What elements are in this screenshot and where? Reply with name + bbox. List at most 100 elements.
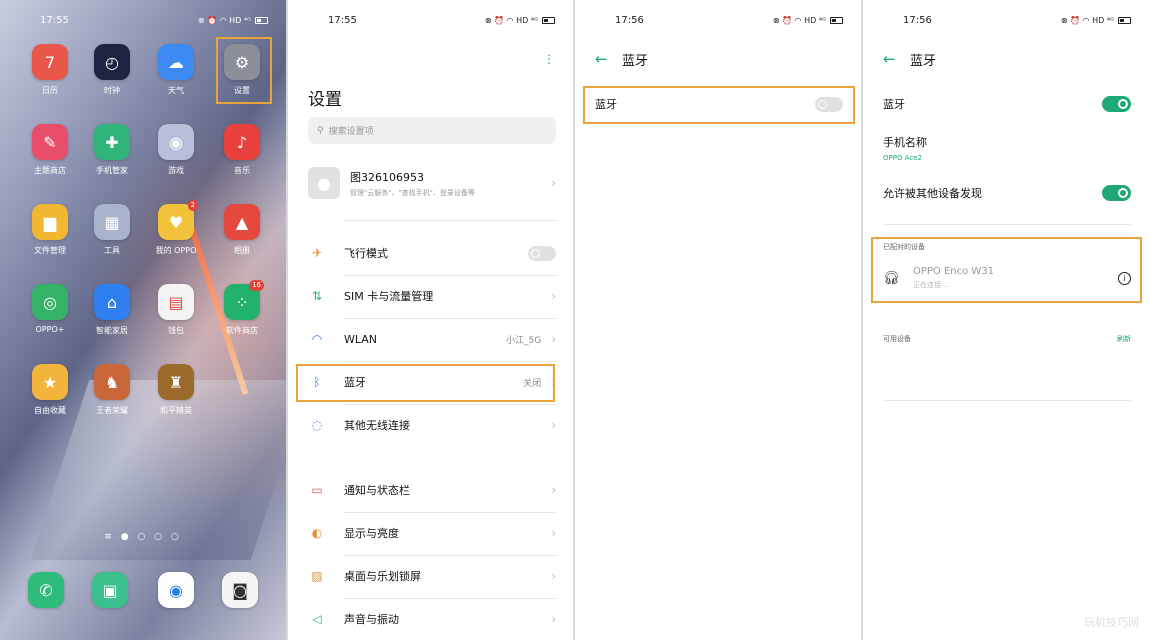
page-title: 设置 bbox=[308, 90, 342, 110]
app-icon-4[interactable]: ✎ 主题商店 bbox=[22, 124, 78, 176]
divider bbox=[344, 275, 556, 276]
app-glyph-icon: ♜ bbox=[158, 364, 194, 400]
bluetooth-switch[interactable] bbox=[815, 96, 843, 112]
app-icon-15[interactable]: ⁘ 16 软件商店 bbox=[214, 280, 270, 336]
app-label: 手机管家 bbox=[96, 166, 128, 175]
app-icon-11[interactable]: ▲ 相册 bbox=[214, 204, 270, 256]
app-label: 主题商店 bbox=[34, 166, 66, 175]
airplane-mode-switch[interactable] bbox=[528, 245, 556, 261]
app-icon-17[interactable]: ♞ 王者荣耀 bbox=[84, 364, 140, 416]
app-glyph-icon: ◎ bbox=[32, 284, 68, 320]
settings-row-2[interactable]: ◠ WLAN 小江_5G › bbox=[308, 327, 556, 351]
dock-messages-button[interactable]: ▣ bbox=[82, 572, 138, 608]
app-glyph-icon: 7 bbox=[32, 44, 68, 80]
settings-row-icon: ◐ bbox=[311, 526, 323, 540]
app-label: 时钟 bbox=[104, 86, 120, 95]
app-icon-8[interactable]: ▆ 文件管理 bbox=[22, 204, 78, 256]
app-icon-5[interactable]: ✚ 手机管家 bbox=[84, 124, 140, 176]
status-icons: ⊗ ⏰ ◠ HD ⁴ᴳ bbox=[484, 15, 538, 25]
search-icon: ⚲ bbox=[317, 125, 324, 136]
settings-row-icon: ⇅ bbox=[311, 289, 323, 303]
divider bbox=[883, 400, 1131, 401]
app-glyph-icon: ▆ bbox=[32, 204, 68, 240]
app-label: 和平精英 bbox=[160, 406, 192, 415]
settings-row-6[interactable]: ◐ 显示与亮度 › bbox=[308, 521, 556, 545]
account-row[interactable]: ● 图326106953 管理"云服务"、"查找手机"、登录设备等 › bbox=[308, 165, 556, 201]
bluetooth-switch[interactable] bbox=[1102, 96, 1131, 112]
settings-screen: 17:55 ⊗ ⏰ ◠ HD ⁴ᴳ ⋮ 设置 ⚲ 搜索设置项 ● 图326106… bbox=[288, 0, 573, 640]
settings-row-label: 显示与亮度 bbox=[344, 527, 399, 540]
settings-row-icon: ◠ bbox=[311, 332, 323, 346]
divider bbox=[344, 361, 556, 362]
settings-row-4[interactable]: ◌ 其他无线连接 › bbox=[308, 413, 556, 437]
settings-row-1[interactable]: ⇅ SIM 卡与流量管理 › bbox=[308, 284, 556, 308]
discoverable-switch[interactable] bbox=[1102, 185, 1131, 201]
app-label: 智能家居 bbox=[96, 326, 128, 335]
phone-name-row[interactable]: 手机名称 OPPO Ace2 bbox=[883, 134, 927, 162]
settings-row-icon: ◁ bbox=[312, 612, 322, 626]
app-icon-9[interactable]: ▦ 工具 bbox=[84, 204, 140, 256]
status-bar: 17:55 ⊗ ⏰ ◠ HD ⁴ᴳ bbox=[0, 12, 286, 28]
dock-camera-button[interactable]: ◙ bbox=[212, 572, 268, 608]
status-icons: ⊗ ⏰ ◠ HD ⁴ᴳ bbox=[1060, 15, 1114, 25]
app-icon-1[interactable]: ◴ 时钟 bbox=[84, 44, 140, 96]
status-bar: 17:55 ⊗ ⏰ ◠ HD ⁴ᴳ bbox=[288, 12, 573, 28]
chevron-right-icon: › bbox=[551, 483, 556, 497]
headphones-icon: 🎧︎ bbox=[883, 270, 900, 286]
app-icon-13[interactable]: ⌂ 智能家居 bbox=[84, 284, 140, 336]
bluetooth-toggle-row[interactable]: 蓝牙 bbox=[595, 94, 843, 114]
discoverable-row[interactable]: 允许被其他设备发现 bbox=[883, 183, 1131, 203]
app-icon-6[interactable]: ◉ 游戏 bbox=[148, 124, 204, 176]
refresh-button[interactable]: 刷新 bbox=[1117, 334, 1131, 344]
settings-row-value: 小江_5G bbox=[505, 335, 542, 346]
app-icon-16[interactable]: ★ 自由收藏 bbox=[22, 364, 78, 416]
app-glyph-icon: ◉ bbox=[158, 124, 194, 160]
notification-badge: 2 bbox=[187, 200, 198, 211]
app-icon-18[interactable]: ♜ 和平精英 bbox=[148, 364, 204, 416]
back-arrow-icon[interactable]: ← bbox=[595, 50, 608, 68]
chevron-right-icon: › bbox=[551, 569, 556, 583]
search-input[interactable]: ⚲ 搜索设置项 bbox=[308, 117, 556, 144]
account-name: 图326106953 bbox=[350, 170, 424, 184]
app-glyph-icon: ▦ bbox=[94, 204, 130, 240]
available-devices-heading: 可用设备 bbox=[883, 335, 911, 343]
app-icon-12[interactable]: ◎ OPPO+ bbox=[22, 284, 78, 334]
settings-row-7[interactable]: ▨ 桌面与乐划锁屏 › bbox=[308, 564, 556, 588]
dock-browser-button[interactable]: ◉ bbox=[148, 572, 204, 608]
settings-row-icon: ✈ bbox=[311, 246, 323, 260]
app-label: 自由收藏 bbox=[34, 406, 66, 415]
bluetooth-label: 蓝牙 bbox=[883, 98, 905, 111]
dock-phone-button[interactable]: ✆ bbox=[18, 572, 74, 608]
status-time: 17:55 bbox=[328, 14, 357, 26]
app-icon-2[interactable]: ☁ 天气 bbox=[148, 44, 204, 96]
app-icon-10[interactable]: ♥ 2 我的 OPPO bbox=[148, 200, 204, 256]
settings-row-0[interactable]: ✈ 飞行模式 bbox=[308, 241, 556, 265]
settings-row-icon: ▭ bbox=[311, 483, 323, 497]
chevron-right-icon: › bbox=[551, 289, 556, 303]
settings-row-label: 通知与状态栏 bbox=[344, 484, 410, 497]
home-screen: 17:55 ⊗ ⏰ ◠ HD ⁴ᴳ 7 日历 ◴ 时钟 ☁ 天气 ⚙ 设置 ✎ 主题商店 ✚ 手机管家… bbox=[0, 0, 286, 640]
bluetooth-toggle-row[interactable]: 蓝牙 bbox=[883, 94, 1131, 114]
app-icon-7[interactable]: ♪ 音乐 bbox=[214, 124, 270, 176]
phone-name-value: OPPO Ace2 bbox=[883, 154, 922, 162]
settings-row-5[interactable]: ▭ 通知与状态栏 › bbox=[308, 478, 556, 502]
app-glyph-icon: ♞ bbox=[94, 364, 130, 400]
battery-icon bbox=[1118, 16, 1131, 24]
app-label: 软件商店 bbox=[226, 326, 258, 335]
app-icon-14[interactable]: ▤ 钱包 bbox=[148, 284, 204, 336]
status-time: 17:56 bbox=[903, 14, 932, 26]
settings-row-label: WLAN bbox=[344, 332, 378, 346]
app-label: 钱包 bbox=[168, 326, 184, 335]
watermark: 玩机技巧网 bbox=[1084, 616, 1139, 629]
battery-icon bbox=[255, 16, 268, 24]
more-options-icon[interactable]: ⋮ bbox=[543, 52, 555, 66]
settings-row-8[interactable]: ◁ 声音与振动 › bbox=[308, 607, 556, 631]
app-label: 我的 OPPO bbox=[155, 246, 197, 255]
back-arrow-icon[interactable]: ← bbox=[883, 50, 896, 68]
app-icon-0[interactable]: 7 日历 bbox=[22, 44, 78, 96]
paired-device-row[interactable]: 🎧︎ OPPO Enco W31 正在连接... i bbox=[883, 266, 1131, 290]
divider bbox=[344, 220, 556, 221]
info-icon[interactable]: i bbox=[1118, 271, 1131, 285]
app-label: 工具 bbox=[104, 246, 120, 255]
settings-row-label: 飞行模式 bbox=[344, 247, 388, 260]
